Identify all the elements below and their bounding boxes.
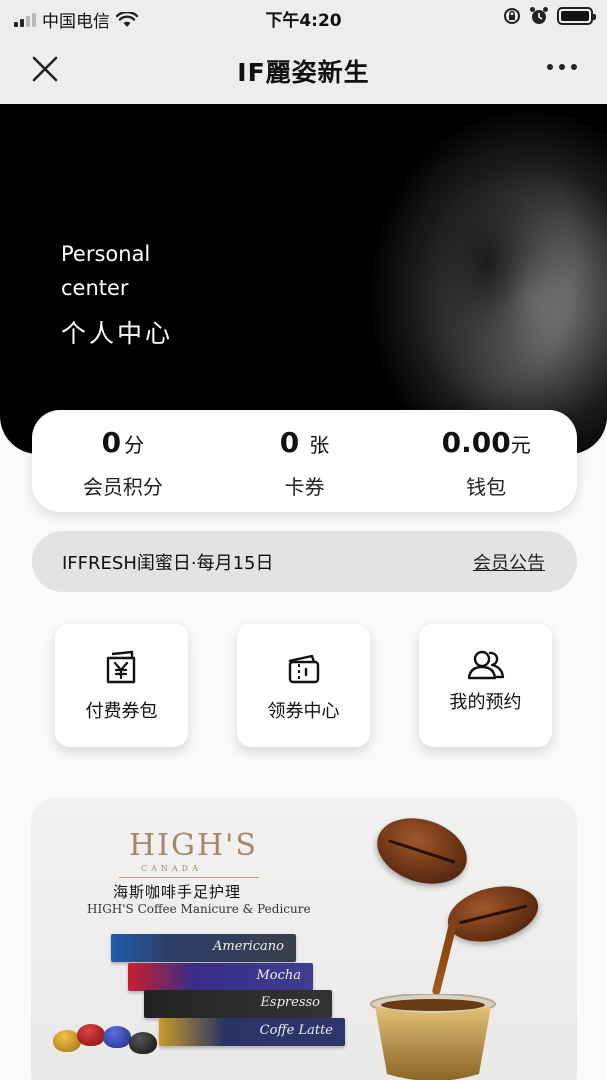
- notice-text: IFFRESH闺蜜日·每月15日: [62, 553, 274, 574]
- capsule: [103, 1026, 131, 1048]
- coupon-icon: [288, 654, 320, 684]
- banner-title-en: HIGH'S Coffee Manicure & Pedicure: [87, 902, 311, 916]
- stats-card: 0分 会员积分 0张 卡券 0.00元 钱包: [32, 410, 577, 512]
- product-pack: Mocha: [128, 963, 313, 991]
- brand-sub: CANADA: [141, 864, 202, 873]
- product-pack: Coffe Latte: [159, 1018, 345, 1046]
- hero-title-en-line2: center: [61, 276, 129, 300]
- brand-logo: HIGH'S: [129, 828, 258, 863]
- yen-wallet-icon: [106, 650, 136, 684]
- notice-bar: IFFRESH闺蜜日·每月15日 会员公告: [32, 531, 577, 592]
- stat-points-label: 会员积分: [82, 475, 163, 499]
- coffee-bean-image: [368, 807, 476, 895]
- hero-title-en: Personal center: [61, 237, 150, 305]
- hero-title-cn: 个人中心: [61, 319, 174, 348]
- hero-banner: Personal center 个人中心: [0, 104, 607, 454]
- tile-label: 付费券包: [85, 701, 158, 722]
- battery-icon: [557, 7, 596, 25]
- stat-wallet-unit: 元: [510, 433, 531, 457]
- capsule: [77, 1024, 105, 1046]
- status-bar: 中国电信 下午4:20: [0, 0, 607, 34]
- stat-wallet-label: 钱包: [466, 475, 507, 499]
- stat-coupons-unit: 张: [309, 433, 330, 457]
- pack-label: Espresso: [260, 995, 320, 1010]
- page-title: IF麗姿新生: [237, 58, 370, 87]
- rotation-lock-icon: [504, 8, 520, 24]
- stat-coupons-value: 0: [279, 426, 300, 459]
- more-dots-icon[interactable]: [547, 64, 577, 70]
- tile-label: 领券中心: [267, 701, 340, 722]
- stat-wallet[interactable]: 0.00元 钱包: [395, 410, 577, 512]
- my-appointments-button[interactable]: 我的预约: [419, 624, 552, 747]
- stat-points[interactable]: 0分 会员积分: [32, 410, 214, 512]
- users-icon: [467, 650, 505, 680]
- paid-coupon-pack-button[interactable]: 付费券包: [55, 624, 188, 747]
- coffee-cup-image: [370, 994, 496, 1080]
- hero-portrait-shade: [337, 114, 587, 444]
- status-icons: [503, 6, 596, 26]
- product-pack: Espresso: [144, 990, 332, 1018]
- tile-label: 我的预约: [449, 692, 522, 713]
- promo-banner[interactable]: HIGH'S CANADA 海斯咖啡手足护理 HIGH'S Coffee Man…: [31, 798, 577, 1080]
- divider: [119, 877, 259, 878]
- hero-title-en-line1: Personal: [61, 242, 151, 266]
- coffee-bean-image: [442, 877, 544, 951]
- alarm-icon: [530, 7, 548, 24]
- pack-label: Mocha: [256, 968, 301, 983]
- capsule: [129, 1032, 157, 1054]
- pack-label: Coffe Latte: [259, 1023, 333, 1038]
- member-announcement-link[interactable]: 会员公告: [473, 549, 545, 575]
- stat-coupons[interactable]: 0张 卡券: [214, 410, 396, 512]
- banner-title-cn: 海斯咖啡手足护理: [113, 883, 242, 901]
- product-pack: Americano: [111, 934, 296, 962]
- stat-points-value: 0: [101, 426, 122, 459]
- coupon-center-button[interactable]: 领券中心: [237, 624, 370, 747]
- coffee-stream-image: [431, 916, 459, 996]
- pack-label: Americano: [212, 939, 284, 954]
- nav-bar: IF麗姿新生: [0, 34, 607, 104]
- stat-points-unit: 分: [124, 433, 145, 457]
- stat-wallet-value: 0.00: [441, 426, 511, 459]
- stat-coupons-label: 卡券: [284, 475, 325, 499]
